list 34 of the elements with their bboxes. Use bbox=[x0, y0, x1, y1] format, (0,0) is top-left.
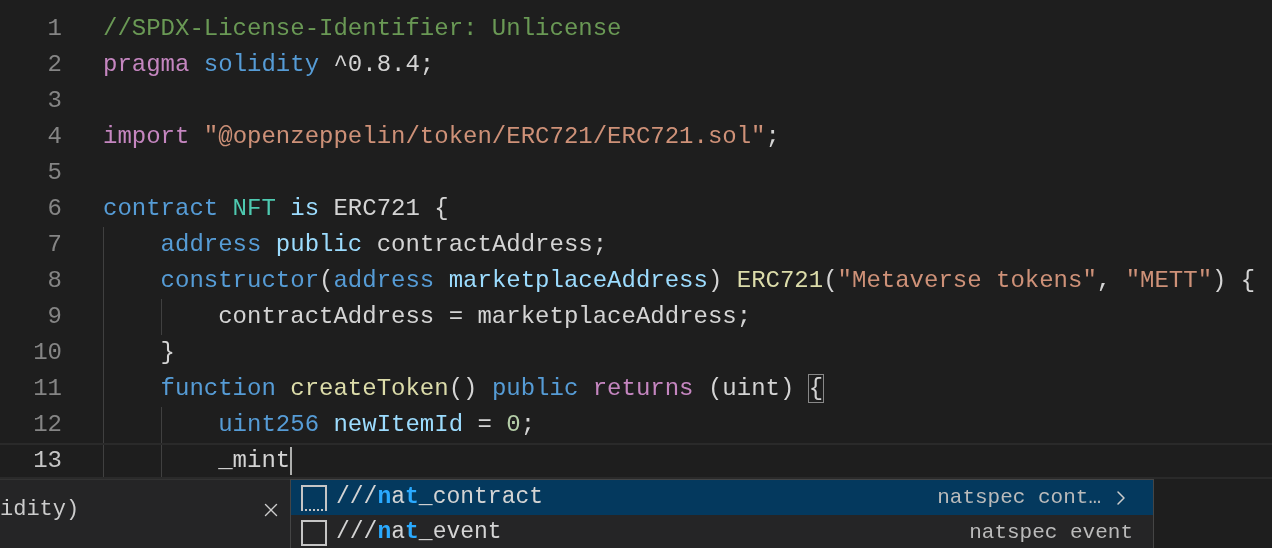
line-number: 5 bbox=[46, 158, 62, 188]
suggestion-detail: natspec cont… bbox=[937, 484, 1101, 511]
code-line: constructor(address marketplaceAddress) ERC721("Metaverse tokens", "METT") { bbox=[159, 266, 1256, 296]
line-number: 8 bbox=[46, 266, 62, 296]
snippet-icon bbox=[301, 484, 327, 511]
line-number: 2 bbox=[46, 50, 62, 80]
line-number: 9 bbox=[46, 302, 62, 332]
line-number: 7 bbox=[46, 230, 62, 260]
line-number: 11 bbox=[32, 374, 62, 404]
suggestion-item[interactable]: ///nat_contract natspec cont… bbox=[291, 480, 1153, 515]
line-number: 10 bbox=[32, 338, 62, 368]
line-number: 12 bbox=[32, 410, 62, 440]
suggestion-label: ///nat_contract bbox=[336, 483, 544, 513]
code-line: contract NFT is ERC721 { bbox=[103, 194, 449, 224]
line-number: 6 bbox=[46, 194, 62, 224]
code-line: pragma solidity ^0.8.4; bbox=[103, 50, 435, 80]
line-number: 1 bbox=[46, 14, 62, 44]
code-line: address public contractAddress; bbox=[159, 230, 608, 260]
line-number: 3 bbox=[46, 86, 62, 116]
suggestion-detail: natspec event bbox=[969, 519, 1133, 546]
line-number: 4 bbox=[46, 122, 62, 152]
suggestion-label: ///nat_event bbox=[336, 518, 502, 548]
panel-text: idity) bbox=[0, 496, 80, 524]
snippet-icon bbox=[301, 519, 327, 546]
code-line: //SPDX-License-Identifier: Unlicense bbox=[103, 14, 622, 44]
code-line: import "@openzeppelin/token/ERC721/ERC721.sol"; bbox=[103, 122, 780, 152]
code-line: contractAddress = marketplaceAddress; bbox=[217, 302, 752, 332]
code-line: _mint bbox=[217, 446, 291, 476]
code-line: } bbox=[159, 338, 175, 368]
suggestion-item[interactable]: ///nat_event natspec event bbox=[291, 515, 1153, 548]
line-number: 13 bbox=[32, 446, 62, 476]
code-line: uint256 newItemId = 0; bbox=[217, 410, 536, 440]
text-cursor bbox=[290, 447, 293, 475]
code-line: function createToken() public returns (uint) { bbox=[159, 374, 824, 404]
